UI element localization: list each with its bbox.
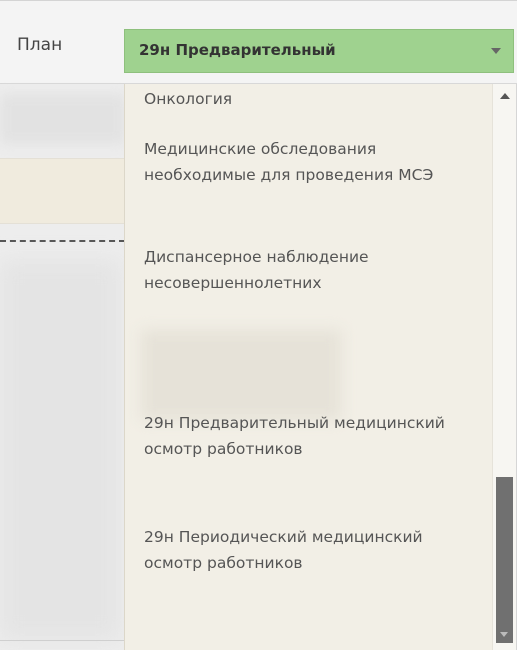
list-item-29n-periodic[interactable]: 29н Периодический медицинский осмотр раб…	[144, 524, 474, 576]
background-table	[0, 84, 125, 650]
blurred-cell	[0, 94, 125, 144]
scrollbar[interactable]	[492, 84, 516, 650]
divider	[0, 640, 125, 641]
plan-select-value: 29н Предварительный	[139, 41, 336, 59]
scroll-down-icon[interactable]	[500, 632, 508, 637]
blurred-list-item	[141, 330, 341, 420]
plan-label: План	[17, 35, 63, 55]
blurred-cell	[0, 260, 120, 640]
list-item-oncology[interactable]: Онкология	[144, 86, 474, 112]
dashed-divider	[0, 240, 125, 242]
plan-select[interactable]: 29н Предварительный	[124, 29, 514, 73]
plan-dropdown-list: Онкология Медицинские обследования необх…	[124, 84, 517, 650]
table-row	[0, 158, 125, 224]
toolbar: План 29н Предварительный	[0, 0, 517, 84]
scroll-up-icon[interactable]	[500, 93, 510, 99]
list-item-dispensary-minors[interactable]: Диспансерное наблюдение несовершеннолетн…	[144, 244, 474, 296]
chevron-down-icon[interactable]	[491, 48, 501, 54]
list-item-29n-preliminary[interactable]: 29н Предварительный медицинский осмотр р…	[144, 410, 474, 462]
list-item-mse-examinations[interactable]: Медицинские обследования необходимые для…	[144, 136, 474, 188]
scroll-thumb[interactable]	[496, 477, 513, 643]
